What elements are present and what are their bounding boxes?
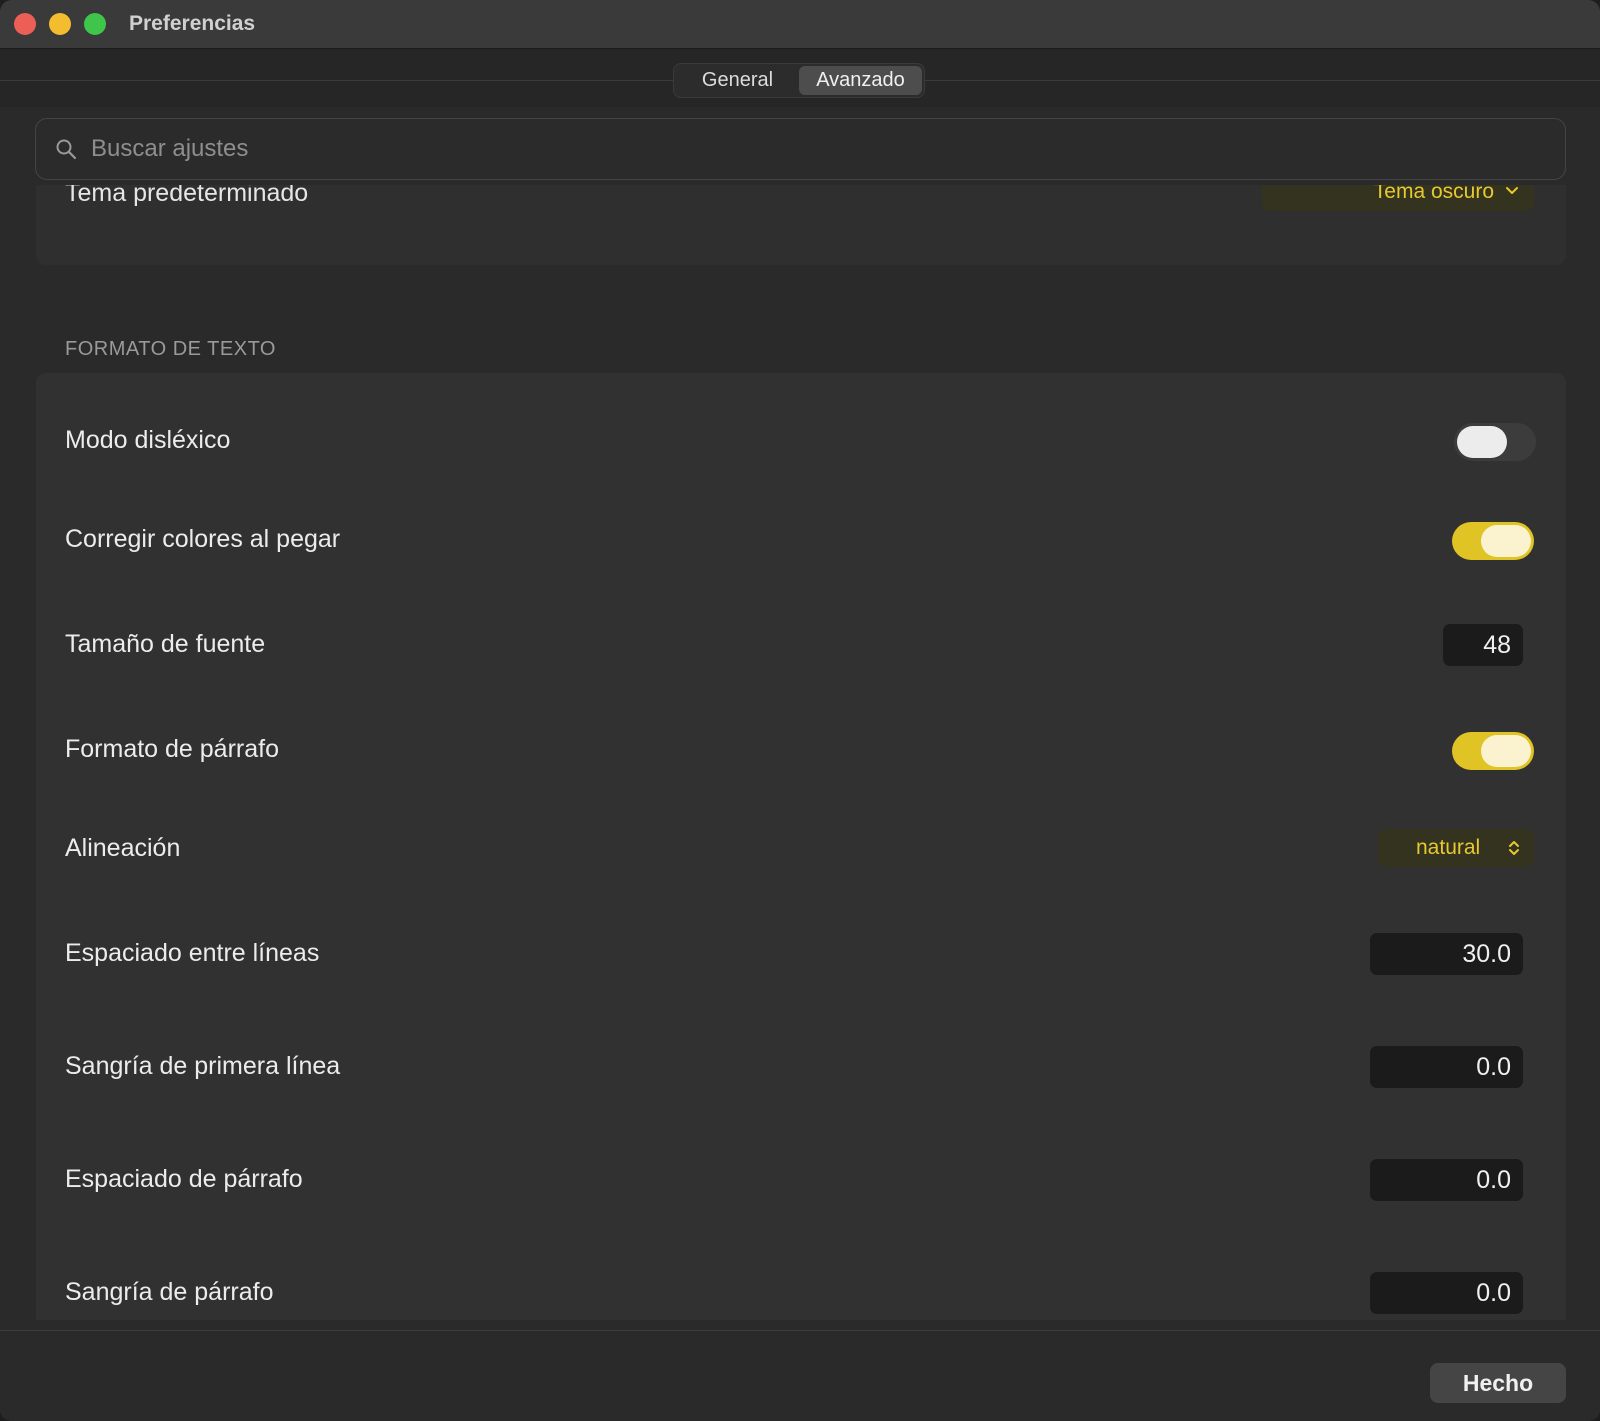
font-size-label: Tamaño de fuente <box>65 630 266 658</box>
title-bar: Preferencias <box>0 0 1600 49</box>
line-spacing-field[interactable]: 30.0 <box>1370 933 1523 975</box>
search-field <box>35 118 1566 180</box>
close-window-button[interactable] <box>14 13 36 35</box>
minimize-window-button[interactable] <box>49 13 71 35</box>
default-theme-label: Tema predeterminado <box>65 185 309 207</box>
dyslexic-mode-toggle[interactable] <box>1454 423 1536 461</box>
toggle-knob <box>1481 525 1531 557</box>
tab-advanced[interactable]: Avanzado <box>799 66 922 95</box>
paragraph-format-label: Formato de párrafo <box>65 735 279 763</box>
line-spacing-label: Espaciado entre líneas <box>65 939 320 967</box>
paragraph-spacing-field[interactable]: 0.0 <box>1370 1159 1523 1201</box>
fix-colors-label: Corregir colores al pegar <box>65 525 341 553</box>
paragraph-format-toggle[interactable] <box>1452 732 1534 770</box>
preferences-window: Preferencias General Avanzado Tema prede… <box>0 0 1600 1421</box>
toggle-knob <box>1457 426 1507 458</box>
default-theme-value: Tema oscuro <box>1373 185 1494 203</box>
fix-colors-toggle[interactable] <box>1452 522 1534 560</box>
window-title: Preferencias <box>129 12 256 35</box>
zoom-window-button[interactable] <box>84 13 106 35</box>
paragraph-indent-label: Sangría de párrafo <box>65 1278 274 1306</box>
first-line-indent-label: Sangría de primera línea <box>65 1052 341 1080</box>
footer-bar: Hecho <box>0 1330 1600 1421</box>
section-header-text-format: FORMATO DE TEXTO <box>65 338 276 360</box>
dyslexic-mode-label: Modo disléxico <box>65 426 231 454</box>
tab-general[interactable]: General <box>676 66 799 95</box>
settings-scroll-area[interactable]: Tema predeterminado Tema oscuro FORMATO … <box>0 185 1600 1320</box>
tab-switcher: General Avanzado <box>673 63 925 98</box>
first-line-indent-field[interactable]: 0.0 <box>1370 1046 1523 1088</box>
alignment-value: natural <box>1416 836 1481 859</box>
default-theme-popup[interactable]: Tema oscuro <box>1262 185 1534 211</box>
search-input[interactable] <box>91 129 1541 169</box>
paragraph-spacing-label: Espaciado de párrafo <box>65 1165 303 1193</box>
paragraph-indent-field[interactable]: 0.0 <box>1370 1272 1523 1314</box>
chevron-up-down-icon <box>1509 841 1519 855</box>
alignment-popup[interactable]: natural <box>1378 829 1534 867</box>
done-button[interactable]: Hecho <box>1430 1363 1566 1403</box>
font-size-field[interactable]: 48 <box>1443 624 1523 666</box>
chevron-down-icon <box>1506 187 1518 194</box>
toggle-knob <box>1481 735 1531 767</box>
alignment-label: Alineación <box>65 834 181 862</box>
search-icon <box>56 139 77 160</box>
